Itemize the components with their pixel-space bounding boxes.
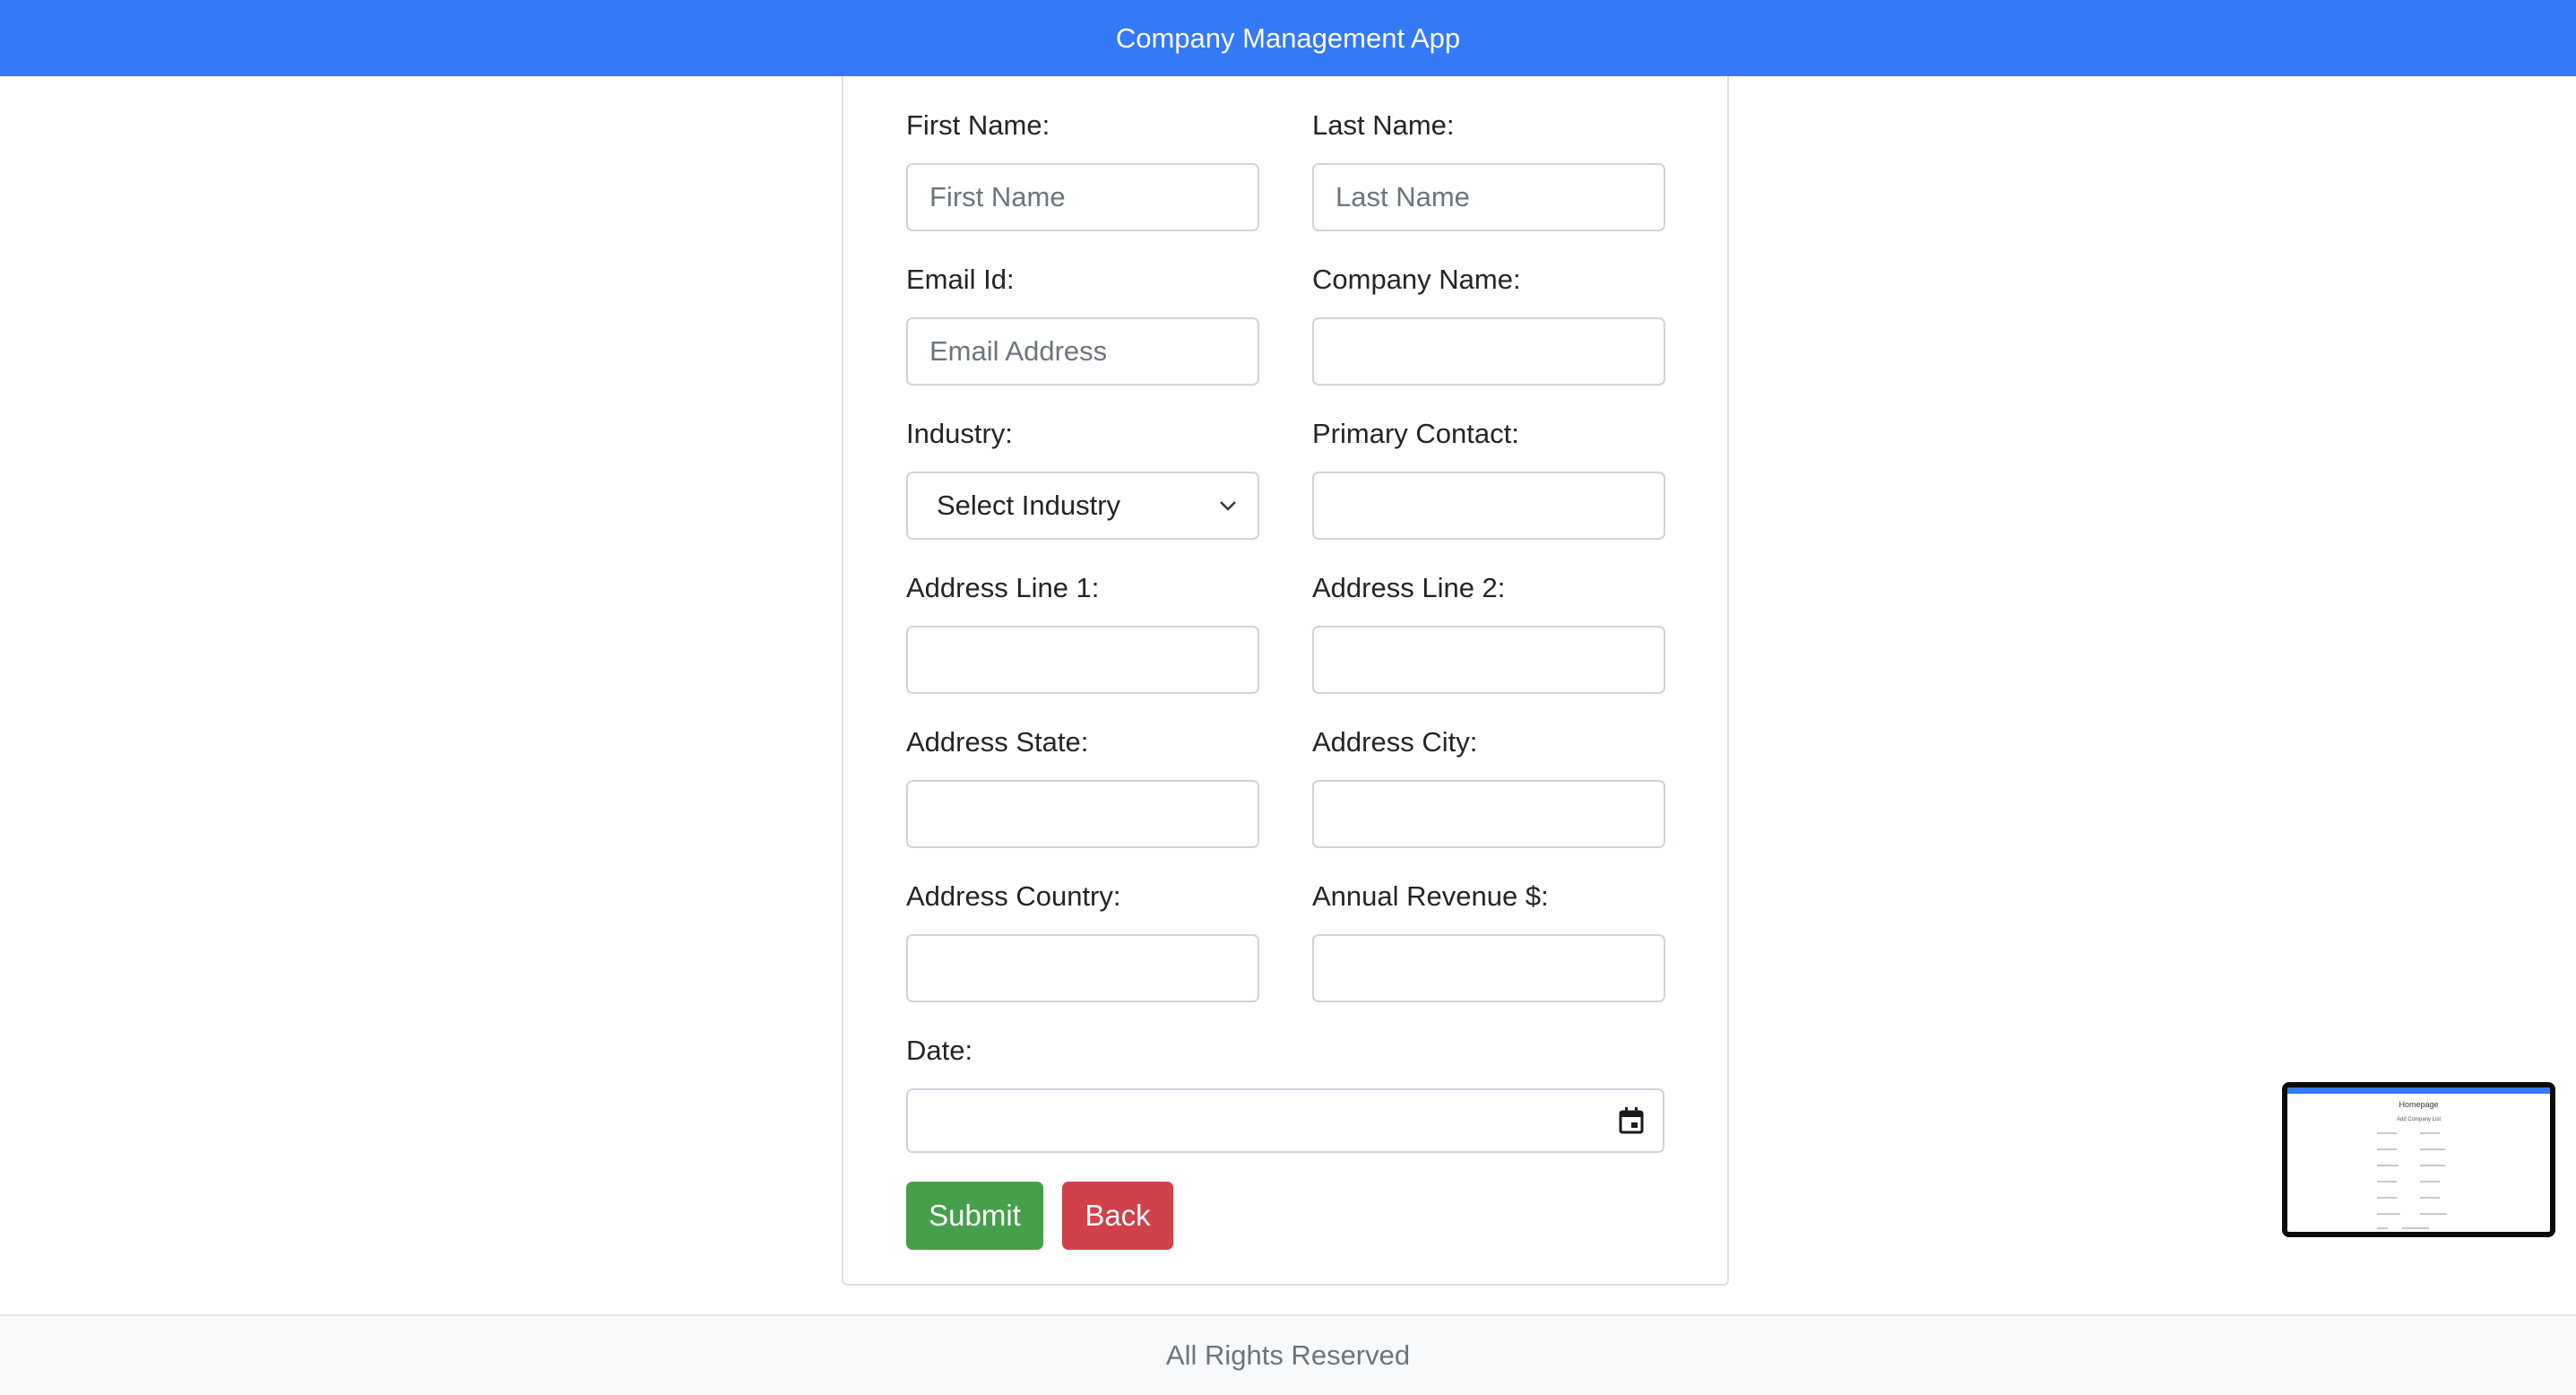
- company-name-label: Company Name:: [1312, 264, 1521, 295]
- footer-text: All Rights Reserved: [1165, 1339, 1411, 1371]
- address-city-input[interactable]: [1312, 780, 1665, 848]
- preview-line: [2377, 1213, 2400, 1215]
- industry-label: Industry:: [906, 418, 1013, 449]
- calendar-icon[interactable]: [1618, 1106, 1645, 1135]
- email-input[interactable]: [906, 317, 1259, 386]
- page-preview-thumbnail[interactable]: Homepage Add Company List: [2282, 1082, 2555, 1237]
- preview-line: [2377, 1197, 2397, 1199]
- primary-contact-input[interactable]: [1312, 472, 1665, 540]
- address-line1-input[interactable]: [906, 626, 1259, 694]
- preview-line: [2377, 1148, 2397, 1150]
- chevron-down-icon: [1220, 501, 1236, 511]
- last-name-label: Last Name:: [1312, 109, 1455, 141]
- back-button[interactable]: Back: [1062, 1182, 1173, 1250]
- date-input[interactable]: [906, 1088, 1664, 1153]
- primary-contact-label: Primary Contact:: [1312, 418, 1519, 449]
- annual-revenue-input[interactable]: [1312, 934, 1665, 1002]
- address-city-label: Address City:: [1312, 726, 1478, 758]
- app-title: Company Management App: [1115, 22, 1461, 54]
- preview-subtitle: Add Company List: [2396, 1117, 2442, 1122]
- preview-line: [2377, 1132, 2397, 1134]
- address-line1-label: Address Line 1:: [906, 572, 1100, 603]
- preview-line: [2420, 1148, 2445, 1150]
- submit-button[interactable]: Submit: [906, 1182, 1043, 1250]
- preview-title: Homepage: [2399, 1100, 2439, 1109]
- first-name-label: First Name:: [906, 109, 1050, 141]
- footer: All Rights Reserved: [0, 1314, 2576, 1395]
- address-line2-label: Address Line 2:: [1312, 572, 1506, 603]
- company-name-input[interactable]: [1312, 317, 1665, 386]
- preview-line: [2420, 1213, 2447, 1215]
- top-navbar: Company Management App: [0, 0, 2576, 76]
- email-label: Email Id:: [906, 264, 1015, 295]
- preview-line: [2420, 1181, 2440, 1183]
- address-state-label: Address State:: [906, 726, 1089, 758]
- last-name-input[interactable]: [1312, 163, 1665, 231]
- preview-line: [2420, 1165, 2445, 1166]
- address-line2-input[interactable]: [1312, 626, 1665, 694]
- preview-line: [2402, 1227, 2429, 1229]
- address-state-input[interactable]: [906, 780, 1259, 848]
- industry-selected-value: Select Industry: [937, 490, 1121, 521]
- preview-navbar: [2287, 1087, 2550, 1094]
- preview-line: [2377, 1165, 2399, 1166]
- first-name-input[interactable]: [906, 163, 1259, 231]
- date-label: Date:: [906, 1035, 973, 1066]
- preview-line: [2377, 1227, 2388, 1229]
- annual-revenue-label: Annual Revenue $:: [1312, 880, 1549, 912]
- preview-line: [2377, 1181, 2397, 1183]
- preview-line: [2420, 1132, 2440, 1134]
- address-country-label: Address Country:: [906, 880, 1121, 912]
- industry-select[interactable]: Select Industry: [906, 472, 1259, 540]
- preview-line: [2420, 1197, 2440, 1199]
- address-country-input[interactable]: [906, 934, 1259, 1002]
